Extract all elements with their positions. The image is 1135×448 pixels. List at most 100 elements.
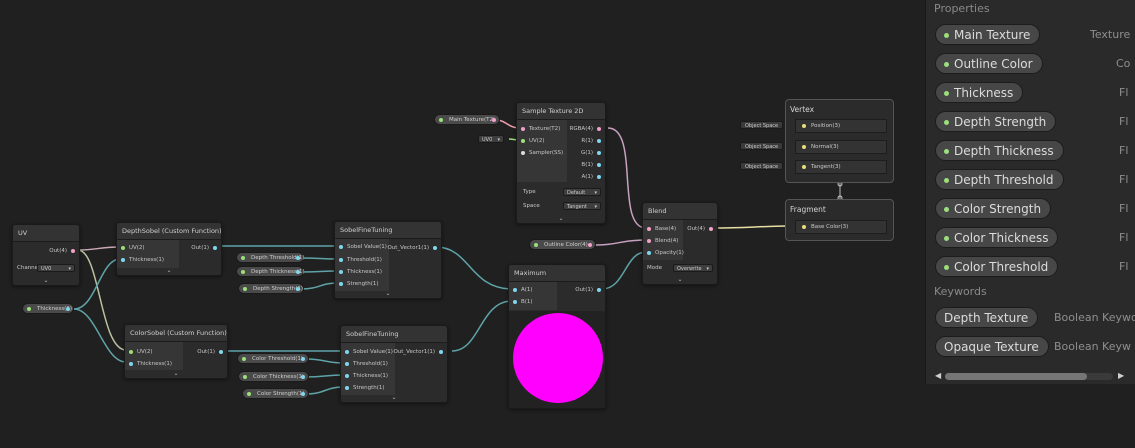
port-dot[interactable]: [345, 350, 349, 354]
port-dot[interactable]: [339, 270, 343, 274]
blend-node[interactable]: Blend Base(4) Blend(4) Opacity(1) Out(4)…: [642, 202, 718, 285]
scroll-right-arrow-icon[interactable]: ▶: [1118, 371, 1124, 380]
port-dot[interactable]: [66, 307, 70, 311]
fragment-context[interactable]: Fragment Base Color(3): [785, 199, 894, 241]
collapse-chevron-icon[interactable]: ⌄: [172, 371, 180, 377]
maximum-b-port[interactable]: B(1): [513, 297, 533, 307]
collapse-chevron-icon[interactable]: ⌄: [557, 216, 565, 222]
property-outline-color[interactable]: Outline Color: [935, 53, 1043, 74]
port-dot[interactable]: [345, 386, 349, 390]
vertex-tangent-block[interactable]: Tangent(3): [795, 160, 887, 174]
maximum-node[interactable]: Maximum A(1) B(1) Out(1): [508, 264, 606, 409]
color-sobel-node[interactable]: ColorSobel (Custom Function) UV(2) Thick…: [124, 324, 228, 379]
port-dot[interactable]: [121, 246, 125, 250]
depth-sobel-uv-port[interactable]: UV(2): [121, 243, 145, 253]
port-dot[interactable]: [129, 362, 133, 366]
sample-texture-node[interactable]: Sample Texture 2D Texture(T2) UV(2) Samp…: [516, 102, 606, 224]
sample-rgba-port[interactable]: RGBA(4): [570, 124, 601, 134]
property-thickness[interactable]: Thickness: [935, 82, 1024, 103]
sample-uv-field[interactable]: UV0: [478, 135, 504, 144]
port-dot[interactable]: [301, 357, 305, 361]
port-dot[interactable]: [345, 374, 349, 378]
color-threshold-property-node[interactable]: Color Threshold(1): [237, 353, 309, 364]
color-strength-property-node[interactable]: Color Strength(1): [242, 388, 309, 399]
depth-threshold-property-node[interactable]: Depth Threshold(1): [236, 252, 304, 263]
collapse-chevron-icon[interactable]: ⌄: [165, 268, 173, 274]
port-dot[interactable]: [296, 256, 300, 260]
depth-fine-tuning-node[interactable]: SobelFineTuning Sobel Value(1) Threshold…: [334, 221, 442, 299]
port-dot[interactable]: [802, 165, 806, 169]
port-dot[interactable]: [709, 227, 713, 231]
blend-out-port[interactable]: Out(4): [687, 224, 713, 234]
port-dot[interactable]: [647, 251, 651, 255]
vertex-normal-block[interactable]: Normal(3): [795, 140, 887, 154]
port-dot[interactable]: [339, 282, 343, 286]
maximum-a-port[interactable]: A(1): [513, 285, 533, 295]
color-fine-strength-port[interactable]: Strength(1): [345, 383, 385, 393]
keyword-opaque-texture[interactable]: Opaque Texture: [935, 336, 1049, 357]
scroll-thumb[interactable]: [945, 373, 1087, 380]
blend-base-port[interactable]: Base(4): [647, 224, 676, 234]
outline-color-property-node[interactable]: Outline Color(4): [529, 239, 596, 250]
collapse-chevron-icon[interactable]: ⌄: [384, 291, 392, 297]
port-dot[interactable]: [339, 245, 343, 249]
color-sobel-thickness-port[interactable]: Thickness(1): [129, 359, 172, 369]
port-dot[interactable]: [345, 362, 349, 366]
port-dot[interactable]: [129, 350, 133, 354]
port-dot[interactable]: [647, 239, 651, 243]
port-dot[interactable]: [439, 350, 443, 354]
color-sobel-out-port[interactable]: Out(1): [197, 347, 223, 357]
port-dot[interactable]: [802, 145, 806, 149]
color-fine-thickness-port[interactable]: Thickness(1): [345, 371, 388, 381]
port-dot[interactable]: [597, 151, 601, 155]
object-space-field-tangent[interactable]: Object Space: [740, 162, 784, 170]
sample-sampler-port[interactable]: Sampler(SS): [521, 148, 563, 158]
color-fine-sobel-port[interactable]: Sobel Value(1): [345, 347, 393, 357]
sample-a-port[interactable]: A(1): [581, 172, 601, 182]
port-dot[interactable]: [597, 288, 601, 292]
property-color-thickness[interactable]: Color Thickness: [935, 227, 1059, 248]
thickness-property-node[interactable]: Thickness(1): [22, 303, 74, 314]
property-color-strength[interactable]: Color Strength: [935, 198, 1052, 219]
uv-node[interactable]: UV Out(4) Channel UV0 ⌄: [12, 224, 80, 286]
port-dot[interactable]: [492, 118, 496, 122]
port-dot[interactable]: [597, 175, 601, 179]
property-depth-strength[interactable]: Depth Strength: [935, 111, 1057, 132]
port-dot[interactable]: [513, 288, 517, 292]
property-color-threshold[interactable]: Color Threshold: [935, 256, 1059, 277]
color-thickness-property-node[interactable]: Color Thickness(1): [238, 371, 309, 382]
port-dot[interactable]: [339, 258, 343, 262]
port-dot[interactable]: [301, 375, 305, 379]
keyword-depth-texture[interactable]: Depth Texture: [935, 307, 1039, 328]
port-dot[interactable]: [521, 127, 525, 131]
depth-fine-thickness-port[interactable]: Thickness(1): [339, 267, 382, 277]
color-fine-tuning-node[interactable]: SobelFineTuning Sobel Value(1) Threshold…: [340, 325, 448, 403]
sample-b-port[interactable]: B(1): [581, 160, 601, 170]
port-dot[interactable]: [597, 139, 601, 143]
maximum-out-port[interactable]: Out(1): [575, 285, 601, 295]
collapse-chevron-icon[interactable]: ⌄: [42, 278, 50, 284]
port-dot[interactable]: [213, 246, 217, 250]
port-dot[interactable]: [513, 300, 517, 304]
depth-fine-out-port[interactable]: Out_Vector1(1): [387, 243, 437, 253]
port-dot[interactable]: [433, 246, 437, 250]
port-dot[interactable]: [588, 243, 592, 247]
property-depth-threshold[interactable]: Depth Threshold: [935, 169, 1064, 190]
blackboard-panel[interactable]: Properties Main Texture Texture Outline …: [925, 0, 1135, 384]
horizontal-scrollbar[interactable]: ◀ ▶: [935, 371, 1127, 381]
port-dot[interactable]: [802, 124, 806, 128]
vertex-context[interactable]: Vertex Position(3) Normal(3) Tangent(3): [785, 99, 894, 183]
object-space-field-position[interactable]: Object Space: [740, 121, 784, 129]
property-depth-thickness[interactable]: Depth Thickness: [935, 140, 1064, 161]
scroll-left-arrow-icon[interactable]: ◀: [935, 371, 941, 380]
collapse-chevron-icon[interactable]: ⌄: [676, 277, 684, 283]
port-dot[interactable]: [301, 392, 305, 396]
port-dot[interactable]: [597, 163, 601, 167]
port-dot[interactable]: [647, 227, 651, 231]
fragment-base-color-block[interactable]: Base Color(3): [795, 220, 887, 234]
depth-fine-strength-port[interactable]: Strength(1): [339, 279, 379, 289]
depth-sobel-out-port[interactable]: Out(1): [191, 243, 217, 253]
blend-blend-port[interactable]: Blend(4): [647, 236, 678, 246]
color-sobel-uv-port[interactable]: UV(2): [129, 347, 153, 357]
mode-dropdown[interactable]: Overwrite: [673, 264, 713, 273]
